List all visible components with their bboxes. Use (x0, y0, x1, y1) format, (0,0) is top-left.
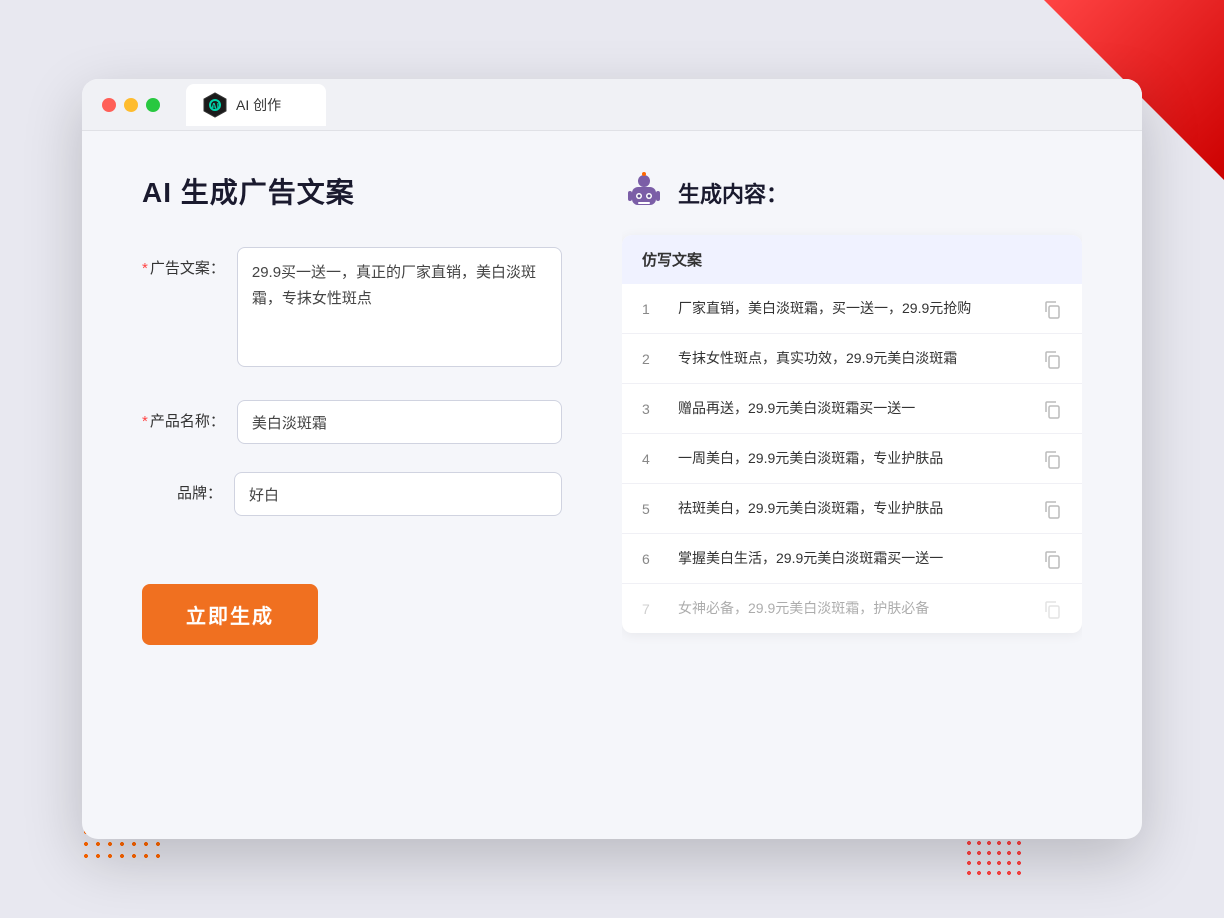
tab-label: AI 创作 (236, 95, 281, 115)
copy-button[interactable] (1042, 599, 1062, 619)
product-name-input[interactable] (237, 400, 562, 444)
result-row: 6 掌握美白生活，29.9元美白淡斑霜买一送一 (622, 534, 1082, 584)
product-name-input-wrapper (237, 400, 562, 444)
result-header: 生成内容： (622, 171, 1082, 215)
copy-button[interactable] (1042, 349, 1062, 369)
ai-tab-icon: AI (202, 92, 228, 118)
robot-icon (622, 171, 666, 215)
window-close-button[interactable] (102, 98, 116, 112)
copy-button[interactable] (1042, 399, 1062, 419)
result-text: 祛斑美白，29.9元美白淡斑霜，专业护肤品 (678, 498, 1026, 519)
content-area: AI 生成广告文案 广告文案： 29.9买一送一，真正的厂家直销，美白淡斑霜，专… (82, 131, 1142, 839)
result-num: 7 (642, 601, 662, 617)
ad-copy-textarea[interactable]: 29.9买一送一，真正的厂家直销，美白淡斑霜，专抹女性斑点 (237, 247, 562, 367)
generate-button[interactable]: 立即生成 (142, 584, 318, 645)
window-minimize-button[interactable] (124, 98, 138, 112)
form-group-ad-copy: 广告文案： 29.9买一送一，真正的厂家直销，美白淡斑霜，专抹女性斑点 (142, 247, 562, 372)
result-num: 2 (642, 351, 662, 367)
result-row: 4 一周美白，29.9元美白淡斑霜，专业护肤品 (622, 434, 1082, 484)
result-text: 厂家直销，美白淡斑霜，买一送一，29.9元抢购 (678, 298, 1026, 319)
result-row: 3 赠品再送，29.9元美白淡斑霜买一送一 (622, 384, 1082, 434)
result-num: 3 (642, 401, 662, 417)
copy-button[interactable] (1042, 299, 1062, 319)
result-table: 仿写文案 1 厂家直销，美白淡斑霜，买一送一，29.9元抢购 2 专抹女性斑点，真实… (622, 235, 1082, 633)
window-controls (102, 98, 160, 112)
copy-button[interactable] (1042, 449, 1062, 469)
result-row: 2 专抹女性斑点，真实功效，29.9元美白淡斑霜 (622, 334, 1082, 384)
result-text: 赠品再送，29.9元美白淡斑霜买一送一 (678, 398, 1026, 419)
browser-chrome: AI AI 创作 (82, 79, 1142, 131)
copy-button[interactable] (1042, 499, 1062, 519)
result-text: 专抹女性斑点，真实功效，29.9元美白淡斑霜 (678, 348, 1026, 369)
result-row: 1 厂家直销，美白淡斑霜，买一送一，29.9元抢购 (622, 284, 1082, 334)
right-panel: 生成内容： 仿写文案 1 厂家直销，美白淡斑霜，买一送一，29.9元抢购 2 专抹女… (622, 171, 1082, 799)
result-text: 掌握美白生活，29.9元美白淡斑霜买一送一 (678, 548, 1026, 569)
result-num: 6 (642, 551, 662, 567)
result-row: 7 女神必备，29.9元美白淡斑霜，护肤必备 (622, 584, 1082, 633)
ad-copy-label: 广告文案： (142, 247, 225, 278)
browser-tab[interactable]: AI AI 创作 (186, 84, 326, 126)
brand-input[interactable] (234, 472, 562, 516)
result-text: 一周美白，29.9元美白淡斑霜，专业护肤品 (678, 448, 1026, 469)
left-panel: AI 生成广告文案 广告文案： 29.9买一送一，真正的厂家直销，美白淡斑霜，专… (142, 171, 562, 799)
result-num: 5 (642, 501, 662, 517)
form-group-product-name: 产品名称： (142, 400, 562, 444)
result-row: 5 祛斑美白，29.9元美白淡斑霜，专业护肤品 (622, 484, 1082, 534)
ad-copy-input-wrapper: 29.9买一送一，真正的厂家直销，美白淡斑霜，专抹女性斑点 (237, 247, 562, 372)
product-name-label: 产品名称： (142, 400, 225, 431)
result-num: 1 (642, 301, 662, 317)
brand-input-wrapper (234, 472, 562, 516)
brand-label: 品牌： (142, 472, 222, 503)
page-title: AI 生成广告文案 (142, 171, 562, 211)
window-maximize-button[interactable] (146, 98, 160, 112)
result-text: 女神必备，29.9元美白淡斑霜，护肤必备 (678, 598, 1026, 619)
copy-button[interactable] (1042, 549, 1062, 569)
result-num: 4 (642, 451, 662, 467)
result-table-header: 仿写文案 (622, 235, 1082, 284)
svg-text:AI: AI (211, 102, 219, 111)
result-title: 生成内容： (678, 177, 788, 209)
browser-window: AI AI 创作 AI 生成广告文案 广告文案： 29.9买一送一，真正的厂家直… (82, 79, 1142, 839)
form-group-brand: 品牌： (142, 472, 562, 516)
result-rows-container: 1 厂家直销，美白淡斑霜，买一送一，29.9元抢购 2 专抹女性斑点，真实功效，29… (622, 284, 1082, 633)
